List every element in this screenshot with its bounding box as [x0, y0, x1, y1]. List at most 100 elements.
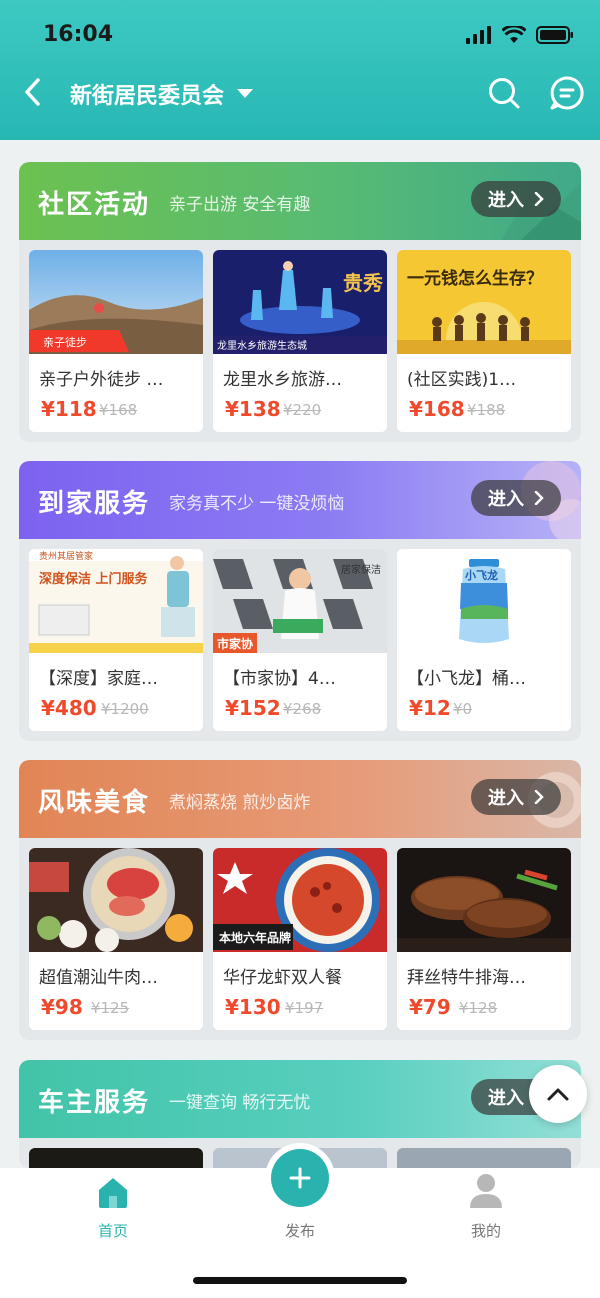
product-price: ¥130 [225, 995, 281, 1019]
product-list: 亲子徒步 亲子户外徒步 … ¥118 ¥168 贵秀龙里水乡旅游生态城 龙里水乡… [29, 250, 573, 432]
section-header: 车主服务 一键查询 畅行无忧 进入 [19, 1060, 581, 1138]
section-header: 风味美食 煮焖蒸烧 煎炒卤炸 进入 [19, 760, 581, 838]
publish-button[interactable] [271, 1149, 329, 1207]
scroll-to-top-button[interactable] [529, 1065, 587, 1123]
product-image: 小飞龙 [397, 549, 571, 653]
product-image: 市家协 居家保洁 [213, 549, 387, 653]
product-card[interactable]: 拜丝特牛排海… ¥79 ¥128 [397, 848, 571, 1030]
product-title: 【小飞龙】桶… [407, 669, 526, 689]
enter-label: 进入 [488, 489, 524, 510]
signal-icon [466, 26, 491, 44]
product-tag: 亲子徒步 [43, 335, 87, 349]
section-title: 车主服务 [38, 1088, 151, 1118]
chevron-up-icon [547, 1088, 569, 1101]
section-header: 到家服务 家务真不少 一键没烦恼 进入 [19, 461, 581, 539]
enter-label: 进入 [488, 190, 524, 211]
original-price: ¥220 [283, 401, 322, 419]
product-image: 本地六年品牌 [213, 848, 387, 952]
original-price: ¥0 [453, 700, 473, 718]
product-card[interactable]: 贵秀 龙里水乡旅游生态城 龙里水乡旅游… ¥138 ¥220 [213, 250, 387, 432]
product-card[interactable]: 本地六年品牌 华仔龙虾双人餐 ¥130 ¥197 [213, 848, 387, 1030]
status-time: 16:04 [43, 22, 114, 47]
chevron-right-icon [534, 790, 544, 804]
product-price: ¥98 [41, 995, 83, 1019]
product-title: 华仔龙虾双人餐 [223, 968, 342, 988]
product-price: ¥152 [225, 696, 281, 720]
section-subtitle: 亲子出游 安全有趣 [169, 195, 311, 215]
product-price: ¥480 [41, 696, 97, 720]
product-card[interactable]: 超值潮汕牛肉… ¥98 ¥125 [29, 848, 203, 1030]
product-card[interactable]: 贵州其居管家深度保洁 上门服务 【深度】家庭… ¥480 ¥1200 [29, 549, 203, 731]
chevron-down-icon[interactable] [237, 89, 253, 98]
section-title: 风味美食 [38, 788, 151, 818]
nav-bar: 新街居民委员会 [0, 70, 600, 114]
product-title: 【深度】家庭… [39, 669, 158, 689]
banner-text: 深度保洁 上门服务 [39, 571, 149, 587]
product-tag: 贵州其居管家 [39, 550, 93, 562]
original-price: ¥128 [459, 999, 498, 1017]
banner-text: 居家保洁 [341, 563, 381, 576]
product-image [397, 1148, 571, 1168]
section-subtitle: 煮焖蒸烧 煎炒卤炸 [169, 793, 311, 813]
message-icon[interactable] [549, 75, 585, 111]
banner-text: 小飞龙 [464, 568, 498, 582]
product-title: 【市家协】4… [223, 669, 336, 689]
product-title: 亲子户外徒步 … [39, 370, 164, 390]
product-title: 超值潮汕牛肉… [39, 968, 158, 988]
chevron-right-icon [534, 491, 544, 505]
plus-icon [289, 1167, 311, 1189]
original-price: ¥268 [283, 700, 322, 718]
product-title: 拜丝特牛排海… [407, 968, 526, 988]
search-icon[interactable] [487, 76, 521, 110]
product-card[interactable]: 亲子徒步 亲子户外徒步 … ¥118 ¥168 [29, 250, 203, 432]
community-selector[interactable]: 新街居民委员会 [70, 78, 224, 110]
home-icon [99, 1178, 127, 1208]
battery-icon [536, 26, 573, 44]
product-image: 亲子徒步 [29, 250, 203, 354]
original-price: ¥197 [285, 999, 324, 1017]
tab-label: 我的 [470, 1222, 501, 1240]
app-header: 16:04 新街居民委员会 [0, 0, 600, 140]
section-community-activities: 社区活动 亲子出游 安全有趣 进入 亲子徒步 亲子户外徒步 … ¥118 ¥16… [19, 162, 581, 442]
product-price: ¥168 [409, 397, 465, 421]
show-sign: 贵秀 [343, 271, 383, 295]
section-title: 社区活动 [38, 190, 151, 220]
user-icon [470, 1174, 502, 1208]
enter-button[interactable]: 进入 [471, 779, 561, 815]
enter-label: 进入 [488, 788, 524, 809]
product-price: ¥79 [409, 995, 451, 1019]
chevron-right-icon [534, 192, 544, 206]
tab-label: 首页 [97, 1222, 128, 1240]
back-icon[interactable] [18, 74, 50, 110]
section-flavor-food: 风味美食 煮焖蒸烧 煎炒卤炸 进入 超值潮汕牛肉… ¥98 ¥125 本地六年品… [19, 760, 581, 1040]
original-price: ¥1200 [101, 700, 149, 718]
product-image: 一元钱怎么生存？ [397, 250, 571, 354]
product-image [397, 848, 571, 952]
product-image: 贵州其居管家深度保洁 上门服务 [29, 549, 203, 653]
product-image [29, 1148, 203, 1168]
enter-label: 进入 [488, 1088, 524, 1109]
product-price: ¥138 [225, 397, 281, 421]
section-title: 到家服务 [38, 489, 151, 519]
product-card[interactable]: 一元钱怎么生存？ (社区实践)1… ¥168 ¥188 [397, 250, 571, 432]
product-image [29, 848, 203, 952]
product-tag: 市家协 [217, 636, 253, 651]
product-card[interactable]: 小飞龙 【小飞龙】桶… ¥12 ¥0 [397, 549, 571, 731]
banner-text: 本地六年品牌 [219, 930, 291, 945]
tab-home[interactable]: 首页 [68, 1172, 158, 1240]
product-list: 贵州其居管家深度保洁 上门服务 【深度】家庭… ¥480 ¥1200 市家协 居家… [29, 549, 573, 731]
tab-label: 发布 [284, 1222, 315, 1240]
enter-button[interactable]: 进入 [471, 480, 561, 516]
banner-text: 一元钱怎么生存？ [407, 268, 543, 289]
product-price: ¥118 [41, 397, 97, 421]
product-card[interactable]: 市家协 居家保洁 【市家协】4… ¥152 ¥268 [213, 549, 387, 731]
status-icons [466, 26, 574, 44]
product-tag: 龙里水乡旅游生态城 [217, 339, 307, 352]
product-list: 超值潮汕牛肉… ¥98 ¥125 本地六年品牌 华仔龙虾双人餐 ¥130 ¥19… [29, 848, 573, 1030]
enter-button[interactable]: 进入 [471, 181, 561, 217]
tab-mine[interactable]: 我的 [441, 1172, 531, 1240]
product-image: 贵秀龙里水乡旅游生态城 [213, 250, 387, 354]
section-header: 社区活动 亲子出游 安全有趣 进入 [19, 162, 581, 240]
section-subtitle: 家务真不少 一键没烦恼 [169, 494, 345, 514]
original-price: ¥188 [467, 401, 506, 419]
